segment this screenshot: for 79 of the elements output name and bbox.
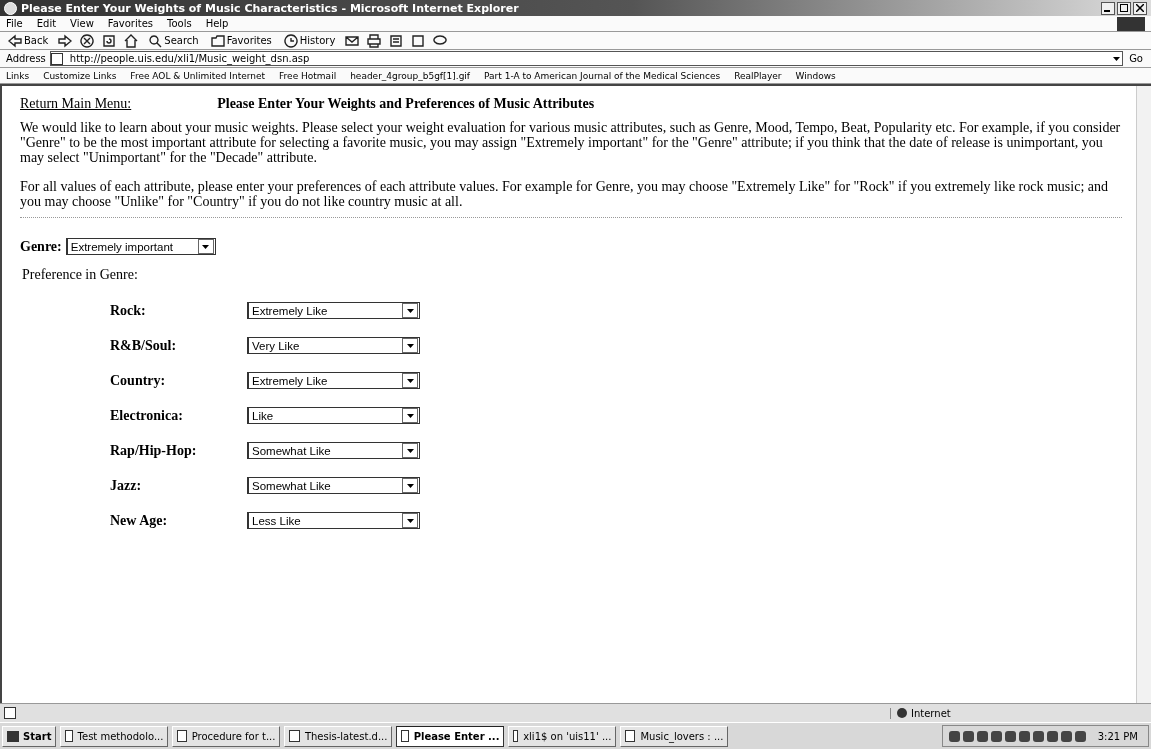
genre-label: Country:: [109, 372, 167, 389]
zone-label: Internet: [911, 707, 951, 719]
instructions-paragraph: We would like to learn about your music weights. Please select your weight evaluation for various music attributes, such as Genre, Mood, Tempo, Beat, Popularity etc. For example, if you consider "Genre" to be the most important attribute for selecting a favorite music, you may assign "Extremely important" for the "Genre" attribute; if you think that the date of release is unimportant, you may select "Unimportant" for the "Decade" attribute.: [20, 120, 1122, 165]
genre-label: Rock:: [109, 302, 147, 319]
return-main-menu-link[interactable]: Return Main Menu:: [20, 96, 132, 112]
genre-label: Jazz:: [109, 477, 143, 494]
weight-dropdown[interactable]: Extremely important: [65, 238, 216, 255]
link-button[interactable]: Free AOL & Unlimited Internet: [130, 70, 266, 81]
preference-dropdown[interactable]: Somewhat Like: [247, 442, 420, 459]
speech-bubble-icon[interactable]: [433, 33, 448, 48]
printer-icon[interactable]: [367, 33, 382, 48]
window-icon: [177, 730, 187, 742]
page-icon: [4, 707, 16, 719]
search-icon: [148, 33, 163, 48]
preference-heading: Preference in Genre:: [22, 267, 139, 283]
menu-item[interactable]: Favorites: [107, 18, 153, 29]
menu-item[interactable]: Edit: [36, 18, 57, 29]
close-icon: [1136, 4, 1144, 12]
stop-icon[interactable]: [80, 33, 95, 48]
link-button[interactable]: Windows: [795, 70, 836, 81]
back-arrow-icon: [8, 33, 22, 48]
preference-dropdown[interactable]: Less Like: [247, 512, 420, 529]
genre-label: Rap/Hip-Hop:: [109, 442, 198, 459]
menu-item[interactable]: Tools: [167, 18, 192, 29]
address-field[interactable]: http://people.uis.edu/xli1/Music_weight_dsn.asp: [49, 51, 1124, 66]
window-icon: [513, 730, 519, 742]
genre-label: Electronica:: [109, 407, 184, 424]
go-button[interactable]: Go: [1127, 53, 1145, 64]
menu-item[interactable]: Help: [205, 18, 229, 29]
taskbar-button[interactable]: Test methodolo...: [60, 725, 169, 747]
genre-label: New Age:: [109, 512, 169, 529]
window-icon: [625, 730, 636, 742]
preference-dropdown[interactable]: Very Like: [247, 337, 420, 354]
taskbar-button[interactable]: Music_lovers : ...: [620, 725, 729, 747]
preference-dropdown[interactable]: Extremely Like: [247, 372, 420, 389]
menu-item[interactable]: File: [6, 18, 23, 29]
scrollbar[interactable]: [1136, 86, 1151, 703]
maximize-button[interactable]: [1117, 1, 1131, 15]
window-icon: [401, 730, 409, 742]
instructions-paragraph: For all values of each attribute, please enter your preferences of each attribute values. For example for Genre, you may choose "Extremely Like" for "Rock" if you extremely like rock music; and you may choose "Unlike" for "Country" if you do not like country music at all.: [20, 179, 1109, 209]
start-button[interactable]: Start: [2, 725, 57, 747]
genre-label: R&B/Soul:: [109, 337, 178, 354]
preference-dropdown[interactable]: Extremely Like: [247, 302, 420, 319]
maximize-icon: [1120, 4, 1128, 12]
link-button[interactable]: header_4group_b5gf[1].gif: [350, 70, 471, 81]
forward-arrow-icon[interactable]: [58, 33, 73, 48]
minimize-button[interactable]: [1101, 1, 1115, 15]
links-label: Links: [6, 70, 30, 81]
search-button[interactable]: Search: [146, 33, 201, 48]
browser-icon: [4, 1, 17, 15]
close-button[interactable]: [1133, 1, 1147, 15]
preference-dropdown[interactable]: Somewhat Like: [247, 477, 420, 494]
attribute-label: Genre:: [20, 238, 62, 255]
clock: 3:21 PM: [1097, 730, 1138, 742]
square-icon[interactable]: [411, 33, 426, 48]
back-button[interactable]: Back: [6, 33, 51, 48]
taskbar-button[interactable]: xli1$ on 'uis11' ...: [508, 725, 617, 747]
home-icon[interactable]: [124, 33, 139, 48]
taskbar-button[interactable]: Procedure for t...: [172, 725, 281, 747]
taskbar-button[interactable]: Please Enter ...: [396, 725, 505, 747]
dropdown-arrow-icon: [1112, 56, 1120, 61]
history-button[interactable]: History: [281, 33, 338, 48]
page-heading: Please Enter Your Weights and Preferences of Music Attributes: [217, 96, 595, 112]
taskbar-button[interactable]: Thesis-latest.d...: [284, 725, 393, 747]
window-title: Please Enter Your Weights of Music Characteristics - Microsoft Internet Explorer: [21, 1, 520, 15]
menu-item[interactable]: View: [70, 18, 94, 29]
globe-icon: [897, 708, 907, 718]
link-button[interactable]: Part 1-A to American Journal of the Medical Sciences: [484, 70, 721, 81]
favorites-button[interactable]: Favorites: [208, 33, 274, 48]
link-button[interactable]: Free Hotmail: [279, 70, 337, 81]
document-icon[interactable]: [389, 33, 404, 48]
address-label: Address: [6, 53, 46, 64]
window-icon: [65, 730, 73, 742]
envelope-icon[interactable]: [345, 33, 360, 48]
clock-icon: [283, 33, 298, 48]
link-button[interactable]: Customize Links: [43, 70, 117, 81]
link-button[interactable]: RealPlayer: [734, 70, 782, 81]
window-icon: [289, 730, 300, 742]
preference-dropdown[interactable]: Like: [247, 407, 420, 424]
